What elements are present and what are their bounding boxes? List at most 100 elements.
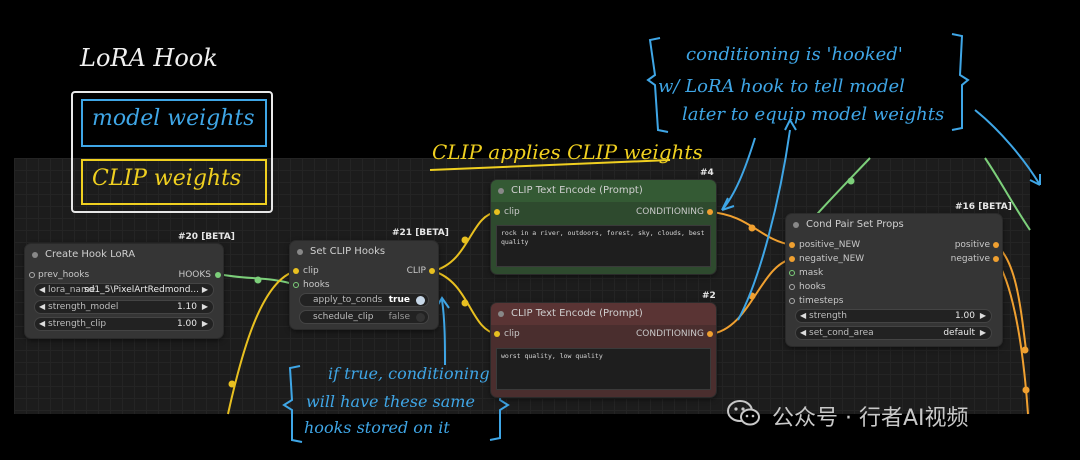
node-title[interactable]: Cond Pair Set Props (786, 214, 1002, 236)
strength-clip-number[interactable]: ◀ strength_clip 1.00 ▶ (34, 317, 214, 331)
lora-name-combo[interactable]: ◀ lora_name sd1_5\PixelArtRedmond... ▶ (34, 283, 214, 297)
node-title-text: CLIP Text Encode (Prompt) (511, 185, 643, 196)
right-arrow-icon[interactable]: ▶ (980, 310, 986, 322)
wechat-icon (726, 398, 762, 428)
widget-value: 1.10 (176, 302, 197, 312)
widget-label: strength_clip (48, 319, 107, 329)
widget-value: true (388, 295, 410, 305)
right-arrow-icon: ▶ (201, 285, 208, 294)
collapse-dot-icon[interactable] (297, 249, 303, 255)
strength-number[interactable]: ◀ strength 1.00 ▶ (795, 309, 992, 323)
widget-label: strength (809, 311, 847, 321)
widget-label: set_cond_area (809, 328, 874, 338)
widget-value: false (388, 312, 410, 322)
clip-input-dot[interactable] (293, 268, 299, 274)
annotation-clip-weights: CLIP weights (92, 166, 242, 191)
negative-new-label: negative_NEW (799, 254, 865, 264)
conditioning-output-label: CONDITIONING (635, 329, 704, 339)
positive-output-label: positive (954, 240, 990, 250)
watermark-text: 公众号 · 行者AI视频 (772, 406, 969, 431)
clip-text-encode-positive-node[interactable]: CLIP Text Encode (Prompt) clip CONDITION… (491, 180, 716, 274)
clip-input-label: clip (504, 207, 520, 217)
clip-output-dot[interactable] (429, 268, 435, 274)
node-title[interactable]: CLIP Text Encode (Prompt) (491, 180, 716, 202)
left-arrow-icon[interactable]: ◀ (800, 327, 806, 339)
mask-label: mask (799, 268, 824, 278)
annotation-brace-right (951, 33, 970, 131)
node-title[interactable]: Create Hook LoRA (25, 244, 223, 266)
annotation-conditioning-2: w/ LoRA hook to tell model (658, 76, 905, 97)
annotation-iftrue-2: will have these same (306, 392, 475, 411)
prompt-textarea[interactable]: rock in a river, outdoors, forest, sky, … (496, 225, 711, 267)
schedule-clip-toggle[interactable]: schedule_clip false (299, 310, 429, 324)
right-arrow-icon[interactable]: ▶ (202, 318, 208, 330)
clip-input-dot[interactable] (494, 331, 500, 337)
right-arrow-icon[interactable]: ▶ (980, 327, 986, 339)
negative-output-label: negative (950, 254, 990, 264)
annotation-model-weights: model weights (92, 106, 255, 131)
right-arrow-icon[interactable]: ▶ (202, 301, 208, 313)
cond-pair-set-props-node[interactable]: Cond Pair Set Props positive_NEW positiv… (786, 214, 1002, 346)
positive-input-dot[interactable] (789, 242, 795, 248)
clip-output-label: CLIP (406, 266, 426, 276)
hooks-input-label: hooks (303, 280, 330, 290)
clip-input-dot[interactable] (494, 209, 500, 215)
annotation-conditioning-3: later to equip model weights (682, 104, 945, 125)
create-hook-lora-node[interactable]: Create Hook LoRA prev_hooks HOOKS ◀ lora… (25, 244, 223, 338)
collapse-dot-icon[interactable] (32, 252, 38, 258)
conditioning-output-dot[interactable] (707, 331, 713, 337)
node-badge: #16 [BETA] (955, 202, 1012, 212)
node-title-text: CLIP Text Encode (Prompt) (511, 308, 643, 319)
left-arrow-icon[interactable]: ◀ (39, 318, 45, 330)
annotation-iftrue-3: hooks stored on it (304, 418, 450, 437)
clip-text-encode-negative-node[interactable]: CLIP Text Encode (Prompt) clip CONDITION… (491, 303, 716, 397)
apply-to-conds-toggle[interactable]: apply_to_conds true (299, 293, 429, 307)
mask-input-dot[interactable] (789, 270, 795, 276)
node-title[interactable]: Set CLIP Hooks (290, 241, 438, 263)
node-badge: #4 (700, 168, 714, 178)
node-badge: #2 (702, 291, 716, 301)
prompt-textarea[interactable]: worst quality, low quality (496, 348, 711, 390)
set-cond-area-combo[interactable]: ◀ set_cond_area default ▶ (795, 326, 992, 340)
annotation-clip-applies: CLIP applies CLIP weights (432, 140, 703, 164)
hooks-output-label: HOOKS (178, 270, 211, 280)
positive-new-label: positive_NEW (799, 240, 861, 250)
widget-value: 1.00 (954, 311, 975, 321)
node-badge: #20 [BETA] (178, 232, 235, 242)
annotation-iftrue-1: if true, conditioning (328, 364, 490, 383)
widget-label: apply_to_conds (313, 295, 383, 305)
annotation-lora-hook: LoRA Hook (80, 44, 218, 72)
hooks-output-dot[interactable] (215, 272, 221, 278)
node-title-text: Set CLIP Hooks (310, 246, 386, 257)
conditioning-output-label: CONDITIONING (635, 207, 704, 217)
prev-hooks-label: prev_hooks (38, 270, 90, 280)
negative-input-dot[interactable] (789, 256, 795, 262)
clip-input-label: clip (303, 266, 319, 276)
collapse-dot-icon[interactable] (793, 222, 799, 228)
node-badge: #21 [BETA] (392, 228, 449, 238)
toggle-knob-icon (416, 313, 425, 322)
widget-value: 1.00 (176, 319, 197, 329)
widget-value: default (943, 328, 975, 338)
negative-output-dot[interactable] (993, 256, 999, 262)
prev-hooks-input-dot[interactable] (29, 272, 35, 278)
node-title[interactable]: CLIP Text Encode (Prompt) (491, 303, 716, 325)
hooks-input-dot[interactable] (789, 284, 795, 290)
node-title-text: Create Hook LoRA (45, 249, 136, 260)
clip-input-label: clip (504, 329, 520, 339)
left-arrow-icon[interactable]: ◀ (800, 310, 806, 322)
conditioning-output-dot[interactable] (707, 209, 713, 215)
strength-model-number[interactable]: ◀ strength_model 1.10 ▶ (34, 300, 214, 314)
set-clip-hooks-node[interactable]: Set CLIP Hooks clip CLIP hooks apply_to_… (290, 241, 438, 329)
annotation-conditioning-1: conditioning is 'hooked' (686, 44, 903, 65)
hooks-input-dot[interactable] (293, 282, 299, 288)
timesteps-input-dot[interactable] (789, 298, 795, 304)
widget-label: schedule_clip (313, 312, 374, 322)
left-arrow-icon[interactable]: ◀ (39, 301, 45, 313)
left-arrow-icon: ◀ (39, 285, 46, 294)
positive-output-dot[interactable] (993, 242, 999, 248)
node-title-text: Cond Pair Set Props (806, 219, 904, 230)
collapse-dot-icon[interactable] (498, 188, 504, 194)
collapse-dot-icon[interactable] (498, 311, 504, 317)
toggle-knob-icon (416, 296, 425, 305)
